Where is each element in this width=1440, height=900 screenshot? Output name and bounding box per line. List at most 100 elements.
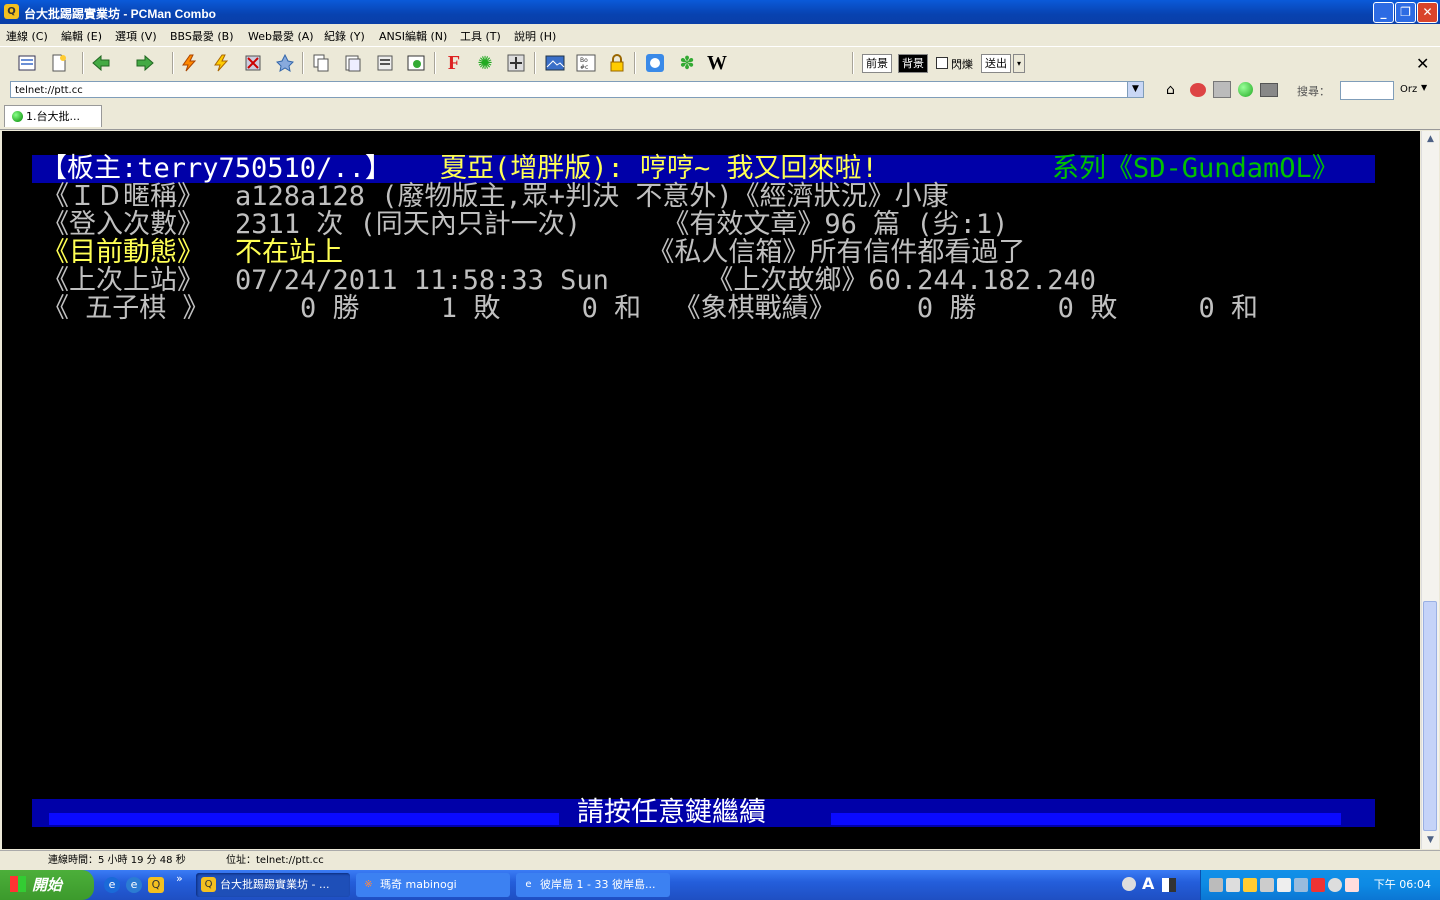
blink-checkbox[interactable] [936, 57, 948, 69]
windows-logo-icon [10, 876, 26, 892]
row-id-label: 《ＩＤ暱稱》 [42, 181, 204, 212]
scroll-down-button[interactable]: ▼ [1422, 832, 1439, 849]
tab-ptt[interactable]: 1.台大批... [4, 105, 102, 127]
back-icon[interactable] [90, 52, 112, 74]
lock-icon[interactable] [606, 52, 628, 74]
send-dropdown[interactable]: ▾ [1013, 54, 1025, 73]
address-input[interactable]: telnet://ptt.cc ▼ [10, 81, 1144, 98]
row-mailbox: 《私人信箱》所有信件都看過了 [371, 237, 1026, 268]
settings-icon[interactable]: ✺ [474, 52, 496, 74]
tray-warning-icon[interactable] [1243, 878, 1257, 892]
press-any-key-text: 請按任意鍵繼續 [577, 797, 766, 828]
font-icon[interactable]: F [443, 52, 465, 74]
menu-help[interactable]: 說明 (H) [514, 28, 556, 44]
ie2-quicklaunch-icon[interactable]: e [126, 877, 142, 893]
pin-icon[interactable] [274, 52, 296, 74]
header-series: 系列《SD-GundamOL》 [1052, 153, 1339, 184]
connect-list-icon[interactable] [16, 52, 38, 74]
screenshot-icon[interactable] [405, 52, 427, 74]
menu-web-favorites[interactable]: Web最愛 (A) [248, 28, 314, 44]
restore-button[interactable]: ❐ [1395, 2, 1416, 23]
svg-text:Bo: Bo [580, 57, 588, 64]
paste-icon[interactable] [342, 52, 364, 74]
refresh-icon[interactable] [1213, 81, 1231, 98]
start-button[interactable]: 開始 [0, 870, 94, 900]
menu-log[interactable]: 紀錄 (Y) [324, 28, 365, 44]
background-color-button[interactable]: 背景 [898, 54, 928, 73]
press-any-key-bar[interactable]: 請按任意鍵繼續 [32, 799, 1375, 827]
menu-connect[interactable]: 連線 (C) [6, 28, 48, 44]
pcman-app-icon[interactable]: Q [4, 4, 19, 19]
terminal-scrollbar[interactable]: ▲ ▼ [1421, 131, 1439, 849]
wikipedia-icon[interactable]: W [706, 52, 728, 74]
quicklaunch-more-button[interactable]: » [176, 872, 183, 885]
tray-pen-icon[interactable] [1277, 878, 1291, 892]
ime-fullwidth-icon[interactable] [1162, 878, 1176, 892]
ansi-icon[interactable]: Bo #c [575, 52, 597, 74]
address-dropdown-button[interactable]: ▼ [1127, 82, 1143, 97]
tray-network-icon[interactable] [1209, 878, 1223, 892]
ime-icon[interactable] [1122, 877, 1136, 891]
pcman-quicklaunch-icon[interactable]: Q [148, 877, 164, 893]
disconnect-icon[interactable] [242, 52, 264, 74]
search-engine-dropdown-icon[interactable]: ▼ [1421, 83, 1427, 92]
svg-text:#c: #c [580, 64, 588, 71]
tray-help-icon[interactable] [1328, 878, 1342, 892]
row-logins-label: 《登入次數》 [42, 209, 204, 240]
menu-edit[interactable]: 編輯 (E) [61, 28, 102, 44]
copy-icon[interactable] [310, 52, 332, 74]
tray-display-icon[interactable] [1226, 878, 1240, 892]
close-toolbar-button[interactable]: ✕ [1416, 54, 1429, 73]
pcman-task-icon: Q [201, 877, 216, 892]
menu-bbs-favorites[interactable]: BBS最愛 (B) [170, 28, 234, 44]
row-status-label: 《目前動態》 [42, 237, 204, 268]
home-icon[interactable]: ⌂ [1166, 82, 1175, 98]
image-icon[interactable] [544, 52, 566, 74]
menu-view[interactable]: 選項 (V) [115, 28, 157, 44]
task-mabinogi[interactable]: ※ 瑪奇 mabinogi [356, 873, 510, 897]
minimize-button[interactable]: _ [1373, 2, 1394, 23]
header-nickname: 夏亞(增胖版): 哼哼~ 我又回來啦! [440, 153, 878, 184]
tray-globe-icon[interactable] [1294, 878, 1308, 892]
search-label: 搜尋： [1297, 85, 1330, 98]
ime-mode[interactable]: A [1142, 874, 1154, 893]
mabinogi-task-icon: ※ [364, 879, 373, 890]
close-button[interactable]: ✕ [1417, 2, 1438, 23]
taskbar: 開始 e e Q » Q 台大批踢踢實業坊 - ... ※ 瑪奇 mabinogi … [0, 870, 1440, 900]
bookmark-icon[interactable] [1190, 83, 1206, 97]
tray-antivirus-icon[interactable] [1311, 878, 1325, 892]
foreground-color-button[interactable]: 前景 [862, 54, 892, 73]
terminal-screen[interactable]: 【板主:terry750510/..】 夏亞(增胖版): 哼哼~ 我又回來啦! … [2, 131, 1420, 849]
search-engine-select[interactable]: Orz [1400, 84, 1417, 95]
pcman-icon[interactable] [644, 52, 666, 74]
menu-bar: 連線 (C) 編輯 (E) 選項 (V) BBS最愛 (B) Web最愛 (A)… [0, 24, 1440, 46]
task-ie[interactable]: e 彼岸島 1 - 33 彼岸島... [516, 873, 670, 897]
ie-quicklaunch-icon[interactable]: e [104, 877, 120, 893]
menu-tools[interactable]: 工具 (T) [460, 28, 501, 44]
flower-icon[interactable]: ✽ [676, 52, 698, 74]
lightning-connect-icon[interactable] [178, 52, 200, 74]
menu-ansi-edit[interactable]: ANSI編輯 (N) [379, 28, 447, 44]
system-tray: 下午 06:04 [1200, 870, 1440, 900]
globe-icon[interactable] [1238, 82, 1253, 97]
lightning-reconnect-icon[interactable] [210, 52, 232, 74]
row-logins-value: 2311 次 (同天內只計一次) 《有效文章》96 篇 (劣:1) [235, 209, 1009, 240]
paste-special-icon[interactable] [374, 52, 396, 74]
search-input[interactable] [1340, 81, 1394, 100]
send-button[interactable]: 送出 [981, 54, 1011, 73]
fullscreen-icon[interactable] [505, 52, 527, 74]
tray-device-icon[interactable] [1260, 878, 1274, 892]
row-gomoku-label: 《 五子棋 》 [42, 293, 210, 324]
title-bar[interactable]: Q 台大批踢踢實業坊 - PCMan Combo _ ❐ ✕ [0, 0, 1440, 24]
scroll-up-button[interactable]: ▲ [1422, 131, 1439, 148]
scroll-thumb[interactable] [1423, 601, 1437, 831]
new-page-icon[interactable] [48, 52, 70, 74]
address-value: telnet://ptt.cc [15, 85, 83, 96]
clock: 下午 06:04 [1373, 878, 1431, 891]
console-icon[interactable] [1260, 83, 1278, 97]
task-pcman[interactable]: Q 台大批踢踢實業坊 - ... [196, 873, 350, 897]
connected-status-icon [12, 111, 23, 122]
tray-misc-icon[interactable] [1345, 878, 1359, 892]
row-status-value: 不在站上 [235, 237, 343, 268]
forward-icon[interactable] [134, 52, 156, 74]
